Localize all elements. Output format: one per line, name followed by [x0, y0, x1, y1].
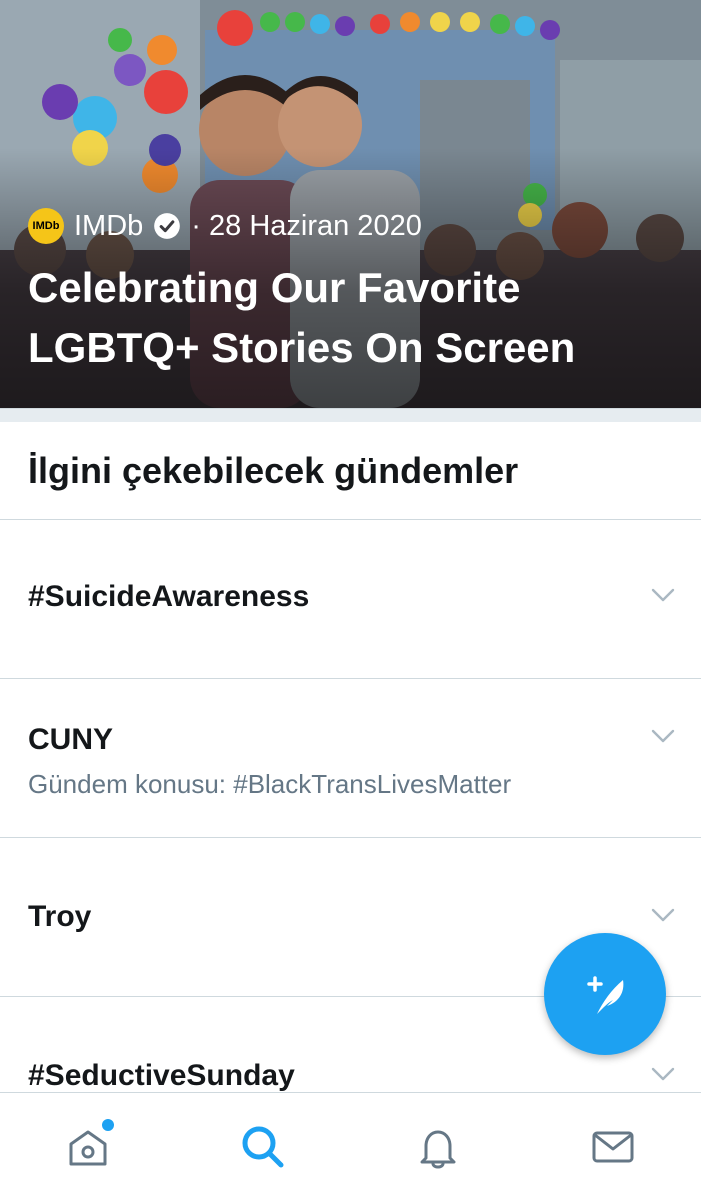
- chevron-down-icon[interactable]: [651, 1067, 675, 1081]
- trend-context: Gündem konusu: #BlackTransLivesMatter: [28, 769, 512, 799]
- chevron-down-icon[interactable]: [651, 908, 675, 922]
- nav-home[interactable]: [48, 1107, 128, 1187]
- trend-name: #SeductiveSunday: [28, 1059, 295, 1092]
- moment-title[interactable]: Celebrating Our Favorite LGBTQ+ Stories …: [28, 258, 678, 378]
- notifications-icon: [420, 1130, 456, 1168]
- moment-title-line-1: Celebrating Our Favorite: [28, 264, 521, 311]
- trend-item[interactable]: CUNY Gündem konusu: #BlackTransLivesMatt…: [0, 679, 701, 838]
- featured-moment-card[interactable]: IMDb IMDb · 28 Haziran 2020 Celebrating …: [0, 0, 701, 408]
- moment-date: · 28 Haziran 2020: [191, 209, 422, 242]
- new-content-dot: [101, 1118, 114, 1131]
- messages-icon: [592, 1131, 634, 1162]
- verified-badge-icon: [154, 213, 181, 239]
- bottom-navigation: [0, 1092, 701, 1200]
- moment-title-line-2: LGBTQ+ Stories On Screen: [28, 324, 576, 371]
- compose-tweet-button[interactable]: [544, 933, 666, 1055]
- compose-feather-icon: [587, 976, 624, 1014]
- section-title: İlgini çekebilecek gündemler: [0, 422, 701, 520]
- source-name[interactable]: IMDb: [74, 210, 143, 243]
- imdb-logo-icon: IMDb: [28, 208, 64, 244]
- chevron-down-icon[interactable]: [651, 729, 675, 743]
- trend-name: #SuicideAwareness: [28, 580, 310, 613]
- nav-messages[interactable]: [573, 1107, 653, 1187]
- section-divider: [0, 408, 701, 422]
- trend-item[interactable]: #SuicideAwareness: [0, 520, 701, 679]
- moment-meta: IMDb IMDb · 28 Haziran 2020: [28, 204, 422, 248]
- nav-search[interactable]: [223, 1107, 303, 1187]
- nav-notifications[interactable]: [398, 1107, 478, 1187]
- trend-name: CUNY: [28, 723, 114, 756]
- chevron-down-icon[interactable]: [651, 588, 675, 602]
- trend-name: Troy: [28, 900, 92, 933]
- search-icon: [242, 1126, 284, 1167]
